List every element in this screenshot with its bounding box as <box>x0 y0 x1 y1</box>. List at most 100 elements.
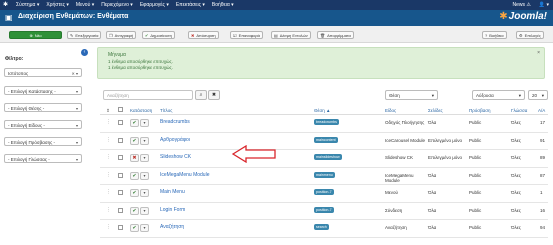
col-id[interactable]: Α/Α <box>538 108 545 113</box>
publish-label: Δημοσίευση <box>150 32 172 38</box>
drag-handle-icon[interactable]: ⋮ <box>106 189 111 195</box>
drag-handle-icon[interactable]: ⋮ <box>106 224 111 230</box>
joomla-menu-icon[interactable]: ✱ <box>3 2 10 8</box>
unpublish-label: Απόσυρση <box>196 32 216 38</box>
row-checkbox[interactable] <box>118 120 123 125</box>
sort-field-select[interactable]: Θέση ▾ <box>385 90 438 100</box>
menu-system[interactable]: Σύστημα ▾ <box>16 2 39 8</box>
drag-handle-icon[interactable]: ⋮ <box>106 137 111 143</box>
actions-dropdown-icon[interactable]: ▾ <box>140 136 149 145</box>
new-button[interactable]: ⊕ Νέο <box>9 31 62 39</box>
actions-dropdown-icon[interactable]: ▾ <box>140 154 149 162</box>
clear-button[interactable]: ✖ <box>208 90 220 100</box>
filter-access-label: - Επιλογή Πρόσβασης - <box>8 140 56 145</box>
filter-access[interactable]: - Επιλογή Πρόσβασης - ▾ <box>4 137 82 146</box>
status-toggle[interactable]: ✔ <box>130 136 139 145</box>
status-toggle[interactable]: ✔ <box>130 119 139 127</box>
status-toggle[interactable]: ✔ <box>130 206 139 215</box>
col-position[interactable]: Θέση ▲ <box>314 108 331 113</box>
row-checkbox[interactable] <box>118 207 123 213</box>
status-toggle[interactable]: ✔ <box>130 224 139 232</box>
topnav-right: News ⚠ 👤 ▾ <box>505 0 550 10</box>
actions-dropdown-icon[interactable]: ▾ <box>140 206 149 215</box>
module-title-link[interactable]: Login Form <box>160 207 185 213</box>
options-button[interactable]: ⚙ Επιλογές <box>516 31 544 39</box>
trash-button[interactable]: 🗑 Απορρίμματα <box>317 31 354 39</box>
close-icon[interactable]: × <box>537 50 540 56</box>
user-menu[interactable]: 👤 ▾ <box>539 2 549 8</box>
table-row: ⋮ ✔ ▾ Αναζήτηση search Αναζήτηση Όλα Public Όλες… <box>100 220 548 238</box>
news-link[interactable]: News ⚠ <box>513 2 531 8</box>
row-checkbox[interactable] <box>118 137 123 143</box>
row-checkbox[interactable] <box>118 225 123 230</box>
client-filter[interactable]: Ιστότοπος ✕ ▾ <box>4 68 82 77</box>
module-access: Public <box>469 207 482 213</box>
batch-button[interactable]: ▤ Δέσμη Εντολών <box>271 31 311 39</box>
drag-handle-icon[interactable]: ⋮ <box>106 207 111 213</box>
module-pages: Όλα <box>428 120 437 125</box>
status-toggle[interactable]: ✔ <box>130 171 139 180</box>
clear-x-icon: ✕ ▾ <box>71 71 78 76</box>
sort-direction-select[interactable]: Αύξουσα ▾ <box>472 90 525 100</box>
row-checkbox[interactable] <box>118 190 123 195</box>
publish-button[interactable]: ✔ Δημοσίευση <box>142 31 175 39</box>
success-message: Μήνυμα 1 ένθεμα αποσύρθηκε επιτυχώς. 1 έ… <box>97 47 545 79</box>
filter-language[interactable]: - Επιλογή Γλώσσας - ▾ <box>4 154 82 163</box>
col-access[interactable]: Πρόσβαση <box>469 108 491 113</box>
limit-select[interactable]: 20 ▾ <box>528 90 548 100</box>
filter-status[interactable]: - Επιλογή Κατάστασης - ▾ <box>4 86 82 95</box>
col-language[interactable]: Γλώσσα <box>511 108 527 113</box>
search-input[interactable]: Αναζήτηση <box>103 90 193 100</box>
sidebar-toggle-icon[interactable]: ‹ <box>81 49 88 56</box>
actions-dropdown-icon[interactable]: ▾ <box>140 171 149 180</box>
menu-help[interactable]: Βοήθεια ▾ <box>212 2 234 8</box>
col-status[interactable]: Κατάσταση <box>130 108 152 113</box>
search-button[interactable]: ⌕ <box>195 90 207 100</box>
actions-dropdown-icon[interactable]: ▾ <box>140 119 149 127</box>
module-title-link[interactable]: Breadcrumbs <box>160 119 190 125</box>
actions-dropdown-icon[interactable]: ▾ <box>140 224 149 232</box>
select-all-checkbox[interactable] <box>118 107 123 112</box>
col-title[interactable]: Τίτλος <box>160 108 172 113</box>
drag-handle-icon[interactable]: ⋮ <box>106 172 111 178</box>
module-pages: Όλα <box>428 225 437 230</box>
module-title-link[interactable]: Slideshow CK <box>160 154 191 160</box>
module-title-link[interactable]: IceMegaMenu Module <box>160 172 209 178</box>
menu-users[interactable]: Χρήστες ▾ <box>46 2 69 8</box>
filter-position[interactable]: - Επιλογή Θέσης - ▾ <box>4 103 82 112</box>
sort-direction-value: Αύξουσα <box>476 93 494 98</box>
position-badge: maincontent <box>314 136 338 143</box>
edit-button[interactable]: ✎ Επεξεργασία <box>67 31 102 39</box>
help-button[interactable]: ? Βοήθεια <box>482 31 507 39</box>
checkin-button[interactable]: ☑ Επαναφορά <box>230 31 263 39</box>
module-pages: Επιλεγμένο μόνο <box>428 137 463 143</box>
drag-handle-icon[interactable]: ⋮ <box>106 119 111 125</box>
chevron-down-icon: ▾ <box>75 140 78 145</box>
filter-type[interactable]: - Επιλογή Είδους - ▾ <box>4 120 82 129</box>
status-toggle[interactable]: ✔ <box>130 189 139 197</box>
col-type[interactable]: Είδος <box>385 108 396 113</box>
table-row: ⋮ ✔ ▾ Breadcrumbs breadcrumbs Οδηγός Πλοήγηση… <box>100 115 548 133</box>
module-title-link[interactable]: Main Menu <box>160 189 185 195</box>
status-toggle[interactable]: ✖ <box>130 154 139 162</box>
menu-menus[interactable]: Μενού ▾ <box>76 2 94 8</box>
module-title-link[interactable]: Αναζήτηση <box>160 224 184 230</box>
drag-handle-icon[interactable]: ⋮ <box>106 154 111 160</box>
row-checkbox[interactable] <box>118 172 123 178</box>
new-label: Νέο <box>34 32 42 38</box>
module-id: 91 <box>540 137 546 143</box>
menu-extensions[interactable]: Επεκτάσεις ▾ <box>176 2 205 8</box>
duplicate-button[interactable]: ❐ Αντιγραφή <box>106 31 137 39</box>
main-menu: Σύστημα ▾ Χρήστες ▾ Μενού ▾ Περιεχόμενο … <box>16 0 241 10</box>
row-checkbox[interactable] <box>118 155 123 160</box>
module-pages: Όλα <box>428 172 437 178</box>
module-title-link[interactable]: Αρθρογράφοι <box>160 137 190 143</box>
col-pages[interactable]: Σελίδες <box>428 108 443 113</box>
unpublish-button[interactable]: ✖ Απόσυρση <box>188 31 219 39</box>
menu-content[interactable]: Περιεχόμενο ▾ <box>101 2 133 8</box>
menu-components[interactable]: Εφαρμογές ▾ <box>140 2 169 8</box>
module-language: Όλες <box>511 120 521 125</box>
ordering-icon[interactable]: ⇕ <box>106 108 110 114</box>
actions-dropdown-icon[interactable]: ▾ <box>140 189 149 197</box>
module-pages: Επιλεγμένο μόνο <box>428 155 463 160</box>
